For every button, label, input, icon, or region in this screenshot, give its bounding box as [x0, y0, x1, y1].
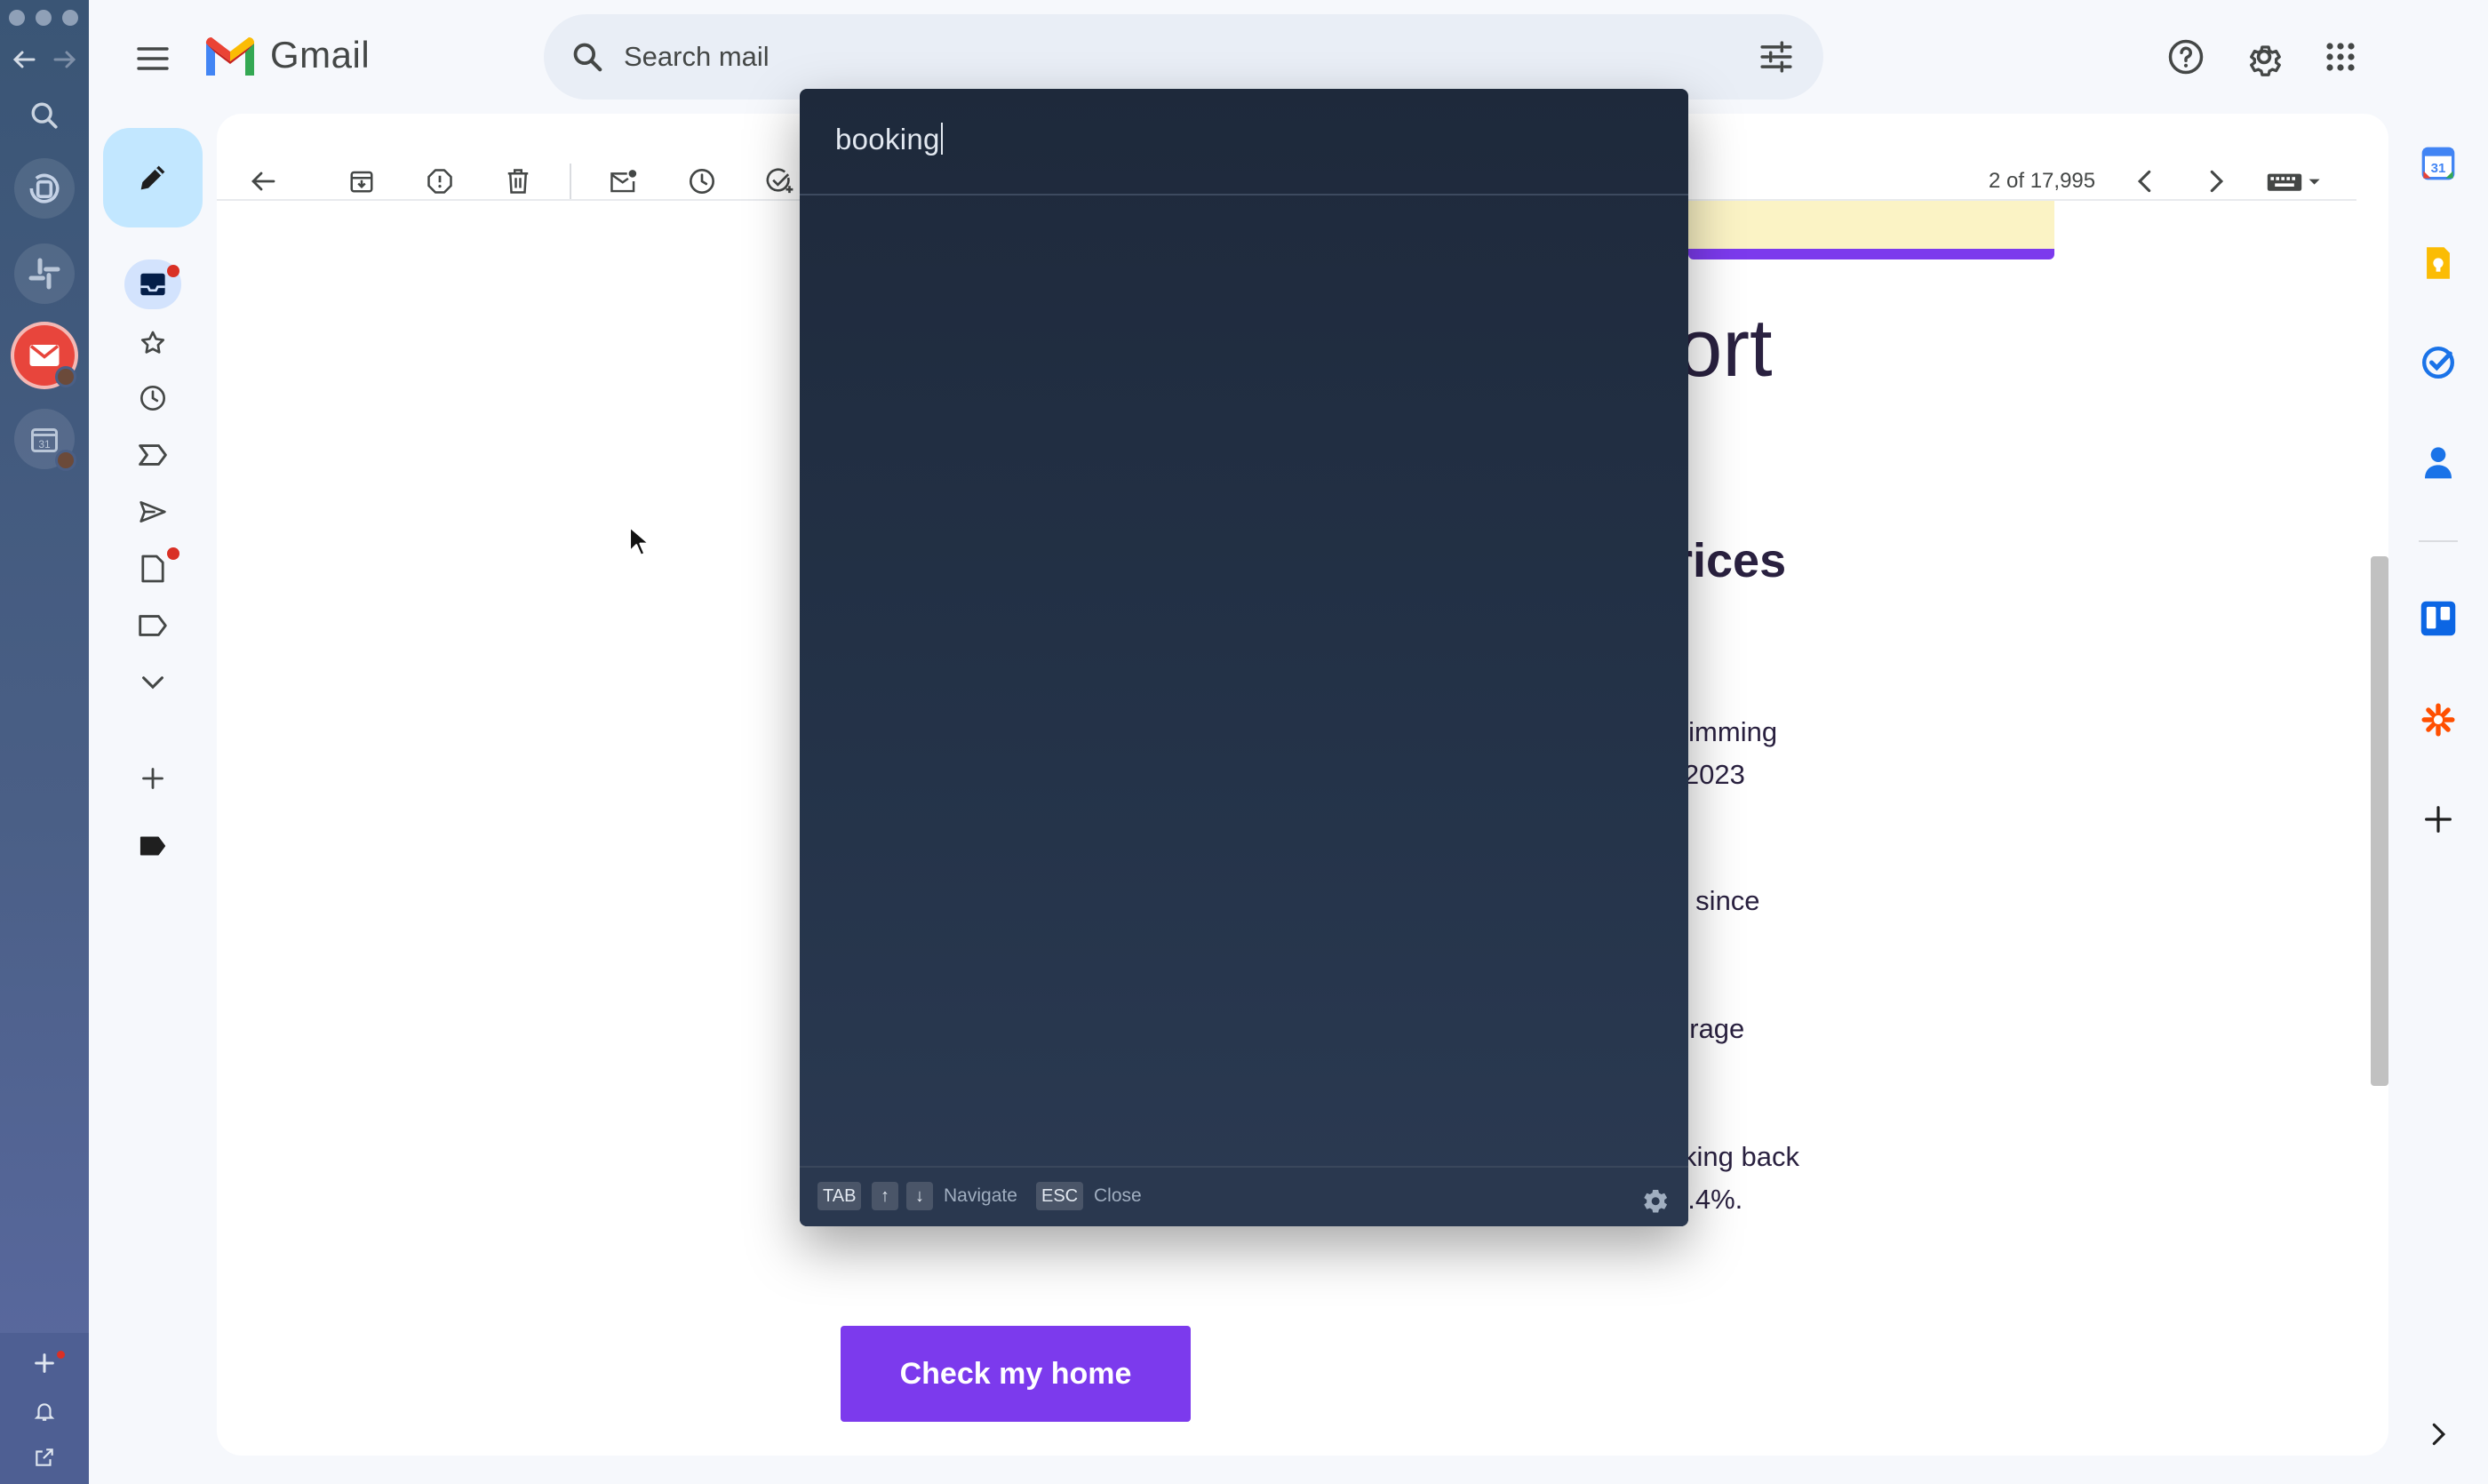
trello-icon[interactable] — [2410, 590, 2467, 647]
window-minimize-button[interactable] — [36, 10, 52, 26]
clock-icon[interactable] — [124, 373, 181, 423]
gmail-app-icon[interactable] — [14, 325, 76, 387]
search-bar[interactable]: Search mail — [544, 14, 1823, 100]
launcher-query[interactable]: booking — [835, 123, 943, 156]
page-count: 2 of 17,995 — [1989, 169, 2096, 193]
slack-icon[interactable] — [14, 243, 75, 304]
tasks-icon[interactable] — [2410, 334, 2467, 391]
back-arrow-icon[interactable] — [11, 48, 37, 71]
arrow-up-key: ↑ — [872, 1182, 898, 1210]
keep-icon[interactable] — [2410, 235, 2467, 291]
svg-text:31: 31 — [2431, 161, 2446, 176]
launcher-divider — [800, 194, 1688, 195]
tab-key: TAB — [817, 1182, 862, 1210]
google-calendar-icon[interactable]: 31 — [2410, 135, 2467, 192]
help-icon[interactable] — [2163, 34, 2209, 80]
contacts-icon[interactable] — [2410, 434, 2467, 491]
gmail-logo[interactable]: Gmail — [203, 34, 370, 76]
forward-arrow-icon[interactable] — [52, 48, 78, 71]
command-launcher: booking TAB ↑ ↓ Navigate ESC Close — [800, 89, 1688, 1226]
notification-dot — [167, 547, 179, 560]
close-hint: Close — [1094, 1185, 1142, 1206]
account-avatar — [55, 450, 76, 471]
settings-gear-icon[interactable] — [2241, 34, 2287, 80]
chevron-down-icon[interactable] — [124, 658, 181, 707]
send-icon[interactable] — [124, 487, 181, 537]
zapier-icon[interactable] — [2410, 691, 2467, 748]
esc-key: ESC — [1036, 1182, 1084, 1210]
pencil-icon — [140, 165, 165, 190]
search-options-icon[interactable] — [1759, 41, 1793, 73]
calendar-app-icon[interactable]: 31 — [14, 409, 76, 471]
launcher-search-field[interactable]: booking — [800, 89, 1688, 195]
compose-button[interactable] — [103, 128, 203, 227]
notification-dot — [57, 1351, 65, 1359]
inbox-icon[interactable] — [124, 259, 181, 309]
share-icon[interactable] — [0, 1440, 89, 1475]
account-avatar — [55, 366, 76, 387]
navigate-hint: Navigate — [944, 1185, 1017, 1206]
dock-footer — [0, 1333, 89, 1484]
notification-dot — [167, 265, 179, 277]
launcher-settings-icon[interactable] — [1639, 1182, 1671, 1214]
add-icon[interactable] — [0, 1345, 89, 1381]
svg-text:31: 31 — [38, 438, 51, 451]
star-icon[interactable] — [124, 318, 181, 368]
important-icon[interactable] — [124, 430, 181, 480]
check-my-home-button[interactable]: Check my home — [841, 1326, 1191, 1422]
email-banner-accent — [1688, 249, 2054, 259]
expand-side-panel-icon[interactable] — [2410, 1406, 2467, 1463]
arrow-down-key: ↓ — [906, 1182, 933, 1210]
gmail-m-icon — [205, 36, 255, 76]
window-close-button[interactable] — [9, 10, 25, 26]
launcher-footer: TAB ↑ ↓ Navigate ESC Close — [800, 1166, 1688, 1226]
app-dock: 31 — [0, 0, 89, 1484]
main-menu-icon[interactable] — [130, 36, 176, 82]
email-subheading: rices — [1674, 534, 1787, 587]
label-icon[interactable] — [124, 601, 181, 650]
add-addon-icon[interactable] — [2410, 791, 2467, 848]
toolbar-divider — [570, 164, 571, 199]
window-zoom-button[interactable] — [62, 10, 78, 26]
scrollbar[interactable] — [2371, 556, 2388, 1086]
label-filled-icon[interactable] — [124, 821, 181, 871]
bell-icon[interactable] — [0, 1393, 89, 1429]
mouse-cursor-icon — [627, 524, 650, 558]
search-input[interactable]: Search mail — [624, 41, 770, 73]
search-icon[interactable] — [570, 40, 604, 74]
gmail-wordmark: Gmail — [270, 34, 371, 76]
email-paragraph-line: king back — [1683, 1141, 1799, 1172]
app-switcher-icon[interactable] — [14, 158, 75, 219]
draft-icon[interactable] — [124, 544, 181, 594]
side-panel-divider — [2419, 540, 2458, 542]
text-caret — [940, 123, 943, 155]
google-apps-icon[interactable] — [2317, 34, 2364, 80]
add-label-icon[interactable] — [124, 754, 181, 803]
dock-search-icon[interactable] — [0, 98, 89, 133]
email-banner — [1688, 201, 2054, 249]
